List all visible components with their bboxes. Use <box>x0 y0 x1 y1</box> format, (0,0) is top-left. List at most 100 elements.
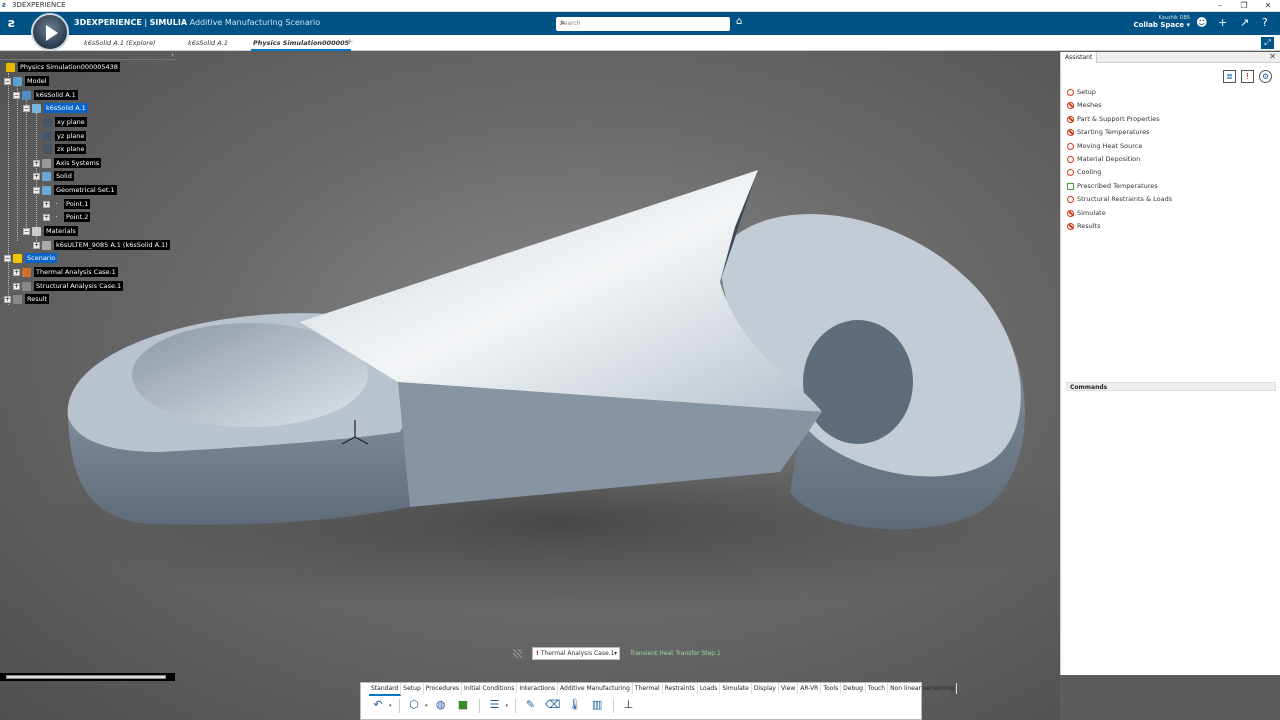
step-simulate[interactable]: Simulate <box>1067 209 1106 217</box>
list-view-icon[interactable]: ≣ <box>1223 70 1236 83</box>
close-panel-icon[interactable]: ✕ <box>1269 52 1276 61</box>
step-starting-temperatures[interactable]: Starting Temperatures <box>1067 128 1150 136</box>
tree-horizontal-scrollbar[interactable] <box>0 673 175 681</box>
tab-debug[interactable]: Debug <box>841 683 866 694</box>
chevron-down-icon[interactable]: ▾ <box>425 703 428 709</box>
tree-node-thermal-case[interactable]: + Thermal Analysis Case.1 <box>13 267 118 278</box>
step-cooling[interactable]: Cooling <box>1067 168 1101 176</box>
minimize-button[interactable]: – <box>1208 0 1232 12</box>
eraser-icon[interactable]: ⌫ <box>544 697 562 713</box>
thermometer-icon[interactable]: 🌡 <box>566 697 584 713</box>
user-info[interactable]: Kaushik DBS Collab Space ▾ <box>1120 15 1190 29</box>
step-setup[interactable]: Setup <box>1067 88 1096 96</box>
assistant-tab[interactable]: Assistant <box>1061 52 1098 63</box>
add-icon[interactable]: + <box>1218 16 1227 29</box>
collapse-icon[interactable]: − <box>4 254 11 262</box>
tree-node-scenario[interactable]: − Scenario <box>4 253 58 264</box>
tab-simulate[interactable]: Simulate <box>720 683 752 694</box>
expand-icon[interactable]: + <box>33 241 40 249</box>
tab-thermal[interactable]: Thermal <box>633 683 663 694</box>
chevron-down-icon[interactable]: ▾ <box>614 650 617 657</box>
analysis-case-selector[interactable]: ! Thermal Analysis Case.1 ▾ <box>532 647 620 660</box>
step-meshes[interactable]: Meshes <box>1067 101 1102 109</box>
3d-viewport[interactable] <box>0 52 1060 720</box>
expand-icon[interactable]: + <box>43 213 50 221</box>
compass-widget[interactable] <box>31 13 69 51</box>
tree-node-part[interactable]: − k6sSolid A.1 <box>23 103 88 114</box>
table-icon[interactable]: ☰ <box>485 697 503 713</box>
tab-restraints[interactable]: Restraints <box>663 683 698 694</box>
search-icon[interactable]: ⌕ <box>560 18 726 28</box>
tab-non-linear-versioning[interactable]: Non linear versioning <box>888 683 958 694</box>
expand-icon[interactable]: + <box>43 200 50 208</box>
tab-initial-conditions[interactable]: Initial Conditions <box>462 683 518 694</box>
chevron-down-icon[interactable]: ▾ <box>505 703 508 709</box>
user-profile-icon[interactable]: ☻ <box>1196 16 1207 29</box>
collapse-icon[interactable]: − <box>33 186 40 194</box>
collapse-icon[interactable]: − <box>4 77 11 85</box>
scrollbar-thumb[interactable] <box>6 675 166 679</box>
tree-node-root[interactable]: Physics Simulation000005438 <box>6 62 120 73</box>
expand-view-icon[interactable]: ⤢ <box>1261 37 1274 49</box>
tree-node-point-2[interactable]: + · Point.2 <box>43 212 91 223</box>
tab-additive-manufacturing[interactable]: Additive Manufacturing <box>558 683 633 694</box>
expand-icon[interactable]: + <box>4 295 11 303</box>
step-structural-restraints-loads[interactable]: Structural Restraints & Loads <box>1067 195 1172 203</box>
axis-icon[interactable]: ⊥ <box>620 697 638 713</box>
collapse-icon[interactable]: − <box>13 91 20 99</box>
settings-gear-icon[interactable]: ⚙ <box>1259 70 1272 83</box>
step-results[interactable]: Results <box>1067 222 1100 230</box>
expand-icon[interactable]: + <box>13 268 20 276</box>
tree-node-xy-plane[interactable]: xy plane <box>43 117 87 128</box>
tree-node-axis-systems[interactable]: + Axis Systems <box>33 158 102 169</box>
tab-standard[interactable]: Standard <box>369 683 402 696</box>
alert-icon[interactable]: ! <box>1241 70 1254 83</box>
current-step-label[interactable]: Transient Heat Transfer Step.1 <box>630 650 721 657</box>
help-icon[interactable]: ? <box>1262 16 1268 29</box>
tab-k6ssolid[interactable]: k6sSolid A.1 <box>188 39 228 47</box>
collapse-tree-icon[interactable]: ‹ <box>171 51 174 59</box>
tree-node-zx-plane[interactable]: zx plane <box>43 144 87 155</box>
search-input[interactable]: Search ⌕ <box>556 17 730 31</box>
share-icon[interactable]: ↗ <box>1240 16 1249 29</box>
tab-interactions[interactable]: Interactions <box>517 683 559 694</box>
tree-node-solid[interactable]: + Solid <box>33 171 74 182</box>
tab-physics-simulation[interactable]: Physics Simulation000005 <box>250 39 352 51</box>
step-part-support-properties[interactable]: Part & Support Properties <box>1067 115 1160 123</box>
step-prescribed-temperatures[interactable]: Prescribed Temperatures <box>1067 182 1158 190</box>
tree-node-structural-case[interactable]: + Structural Analysis Case.1 <box>13 281 124 292</box>
tree-node-result[interactable]: + Result <box>4 294 50 305</box>
commands-header[interactable]: Commands <box>1066 382 1276 391</box>
maximize-button[interactable]: ❐ <box>1232 0 1256 12</box>
collapse-icon[interactable]: − <box>23 227 30 235</box>
collapse-icon[interactable]: − <box>23 104 30 112</box>
expand-icon[interactable]: + <box>13 282 20 290</box>
tab-procedures[interactable]: Procedures <box>424 683 463 694</box>
step-moving-heat-source[interactable]: Moving Heat Source <box>1067 142 1142 150</box>
chart-icon[interactable]: ▥ <box>588 697 606 713</box>
collab-space-selector[interactable]: Collab Space ▾ <box>1120 21 1190 29</box>
tab-touch[interactable]: Touch <box>866 683 889 694</box>
tab-loads[interactable]: Loads <box>698 683 721 694</box>
tree-node-materials[interactable]: − Materials <box>23 226 78 237</box>
tab-tools[interactable]: Tools <box>821 683 842 694</box>
tab-setup[interactable]: Setup <box>401 683 424 694</box>
tab-display[interactable]: Display <box>752 683 779 694</box>
expand-icon[interactable]: + <box>33 159 40 167</box>
tree-node-material-item[interactable]: + k6sULTEM_9085 A.1 (k6sSolid A.1) <box>33 240 170 251</box>
expand-icon[interactable]: + <box>33 172 40 180</box>
simulation-globe-icon[interactable]: ◍ <box>432 697 450 713</box>
new-tab-icon[interactable]: + <box>346 37 354 47</box>
model-manager-icon[interactable]: ⬡ <box>405 697 423 713</box>
mesh-icon[interactable]: ■ <box>454 697 472 713</box>
tree-node-product[interactable]: − k6sSolid A.1 <box>13 90 78 101</box>
tag-icon[interactable]: ⌂ <box>736 16 742 27</box>
step-material-deposition[interactable]: Material Deposition <box>1067 155 1140 163</box>
tree-node-geometrical-set[interactable]: − Geometrical Set.1 <box>33 185 117 196</box>
tab-view[interactable]: View <box>779 683 799 694</box>
tree-node-model[interactable]: − Model <box>4 76 49 87</box>
tab-k6ssolid-explore[interactable]: k6sSolid A.1 (Explore) <box>84 39 156 47</box>
chevron-down-icon[interactable]: ▾ <box>389 703 392 709</box>
dassault-logo-icon[interactable]: ƨ <box>8 16 15 30</box>
tree-node-point-1[interactable]: + · Point.1 <box>43 199 91 210</box>
